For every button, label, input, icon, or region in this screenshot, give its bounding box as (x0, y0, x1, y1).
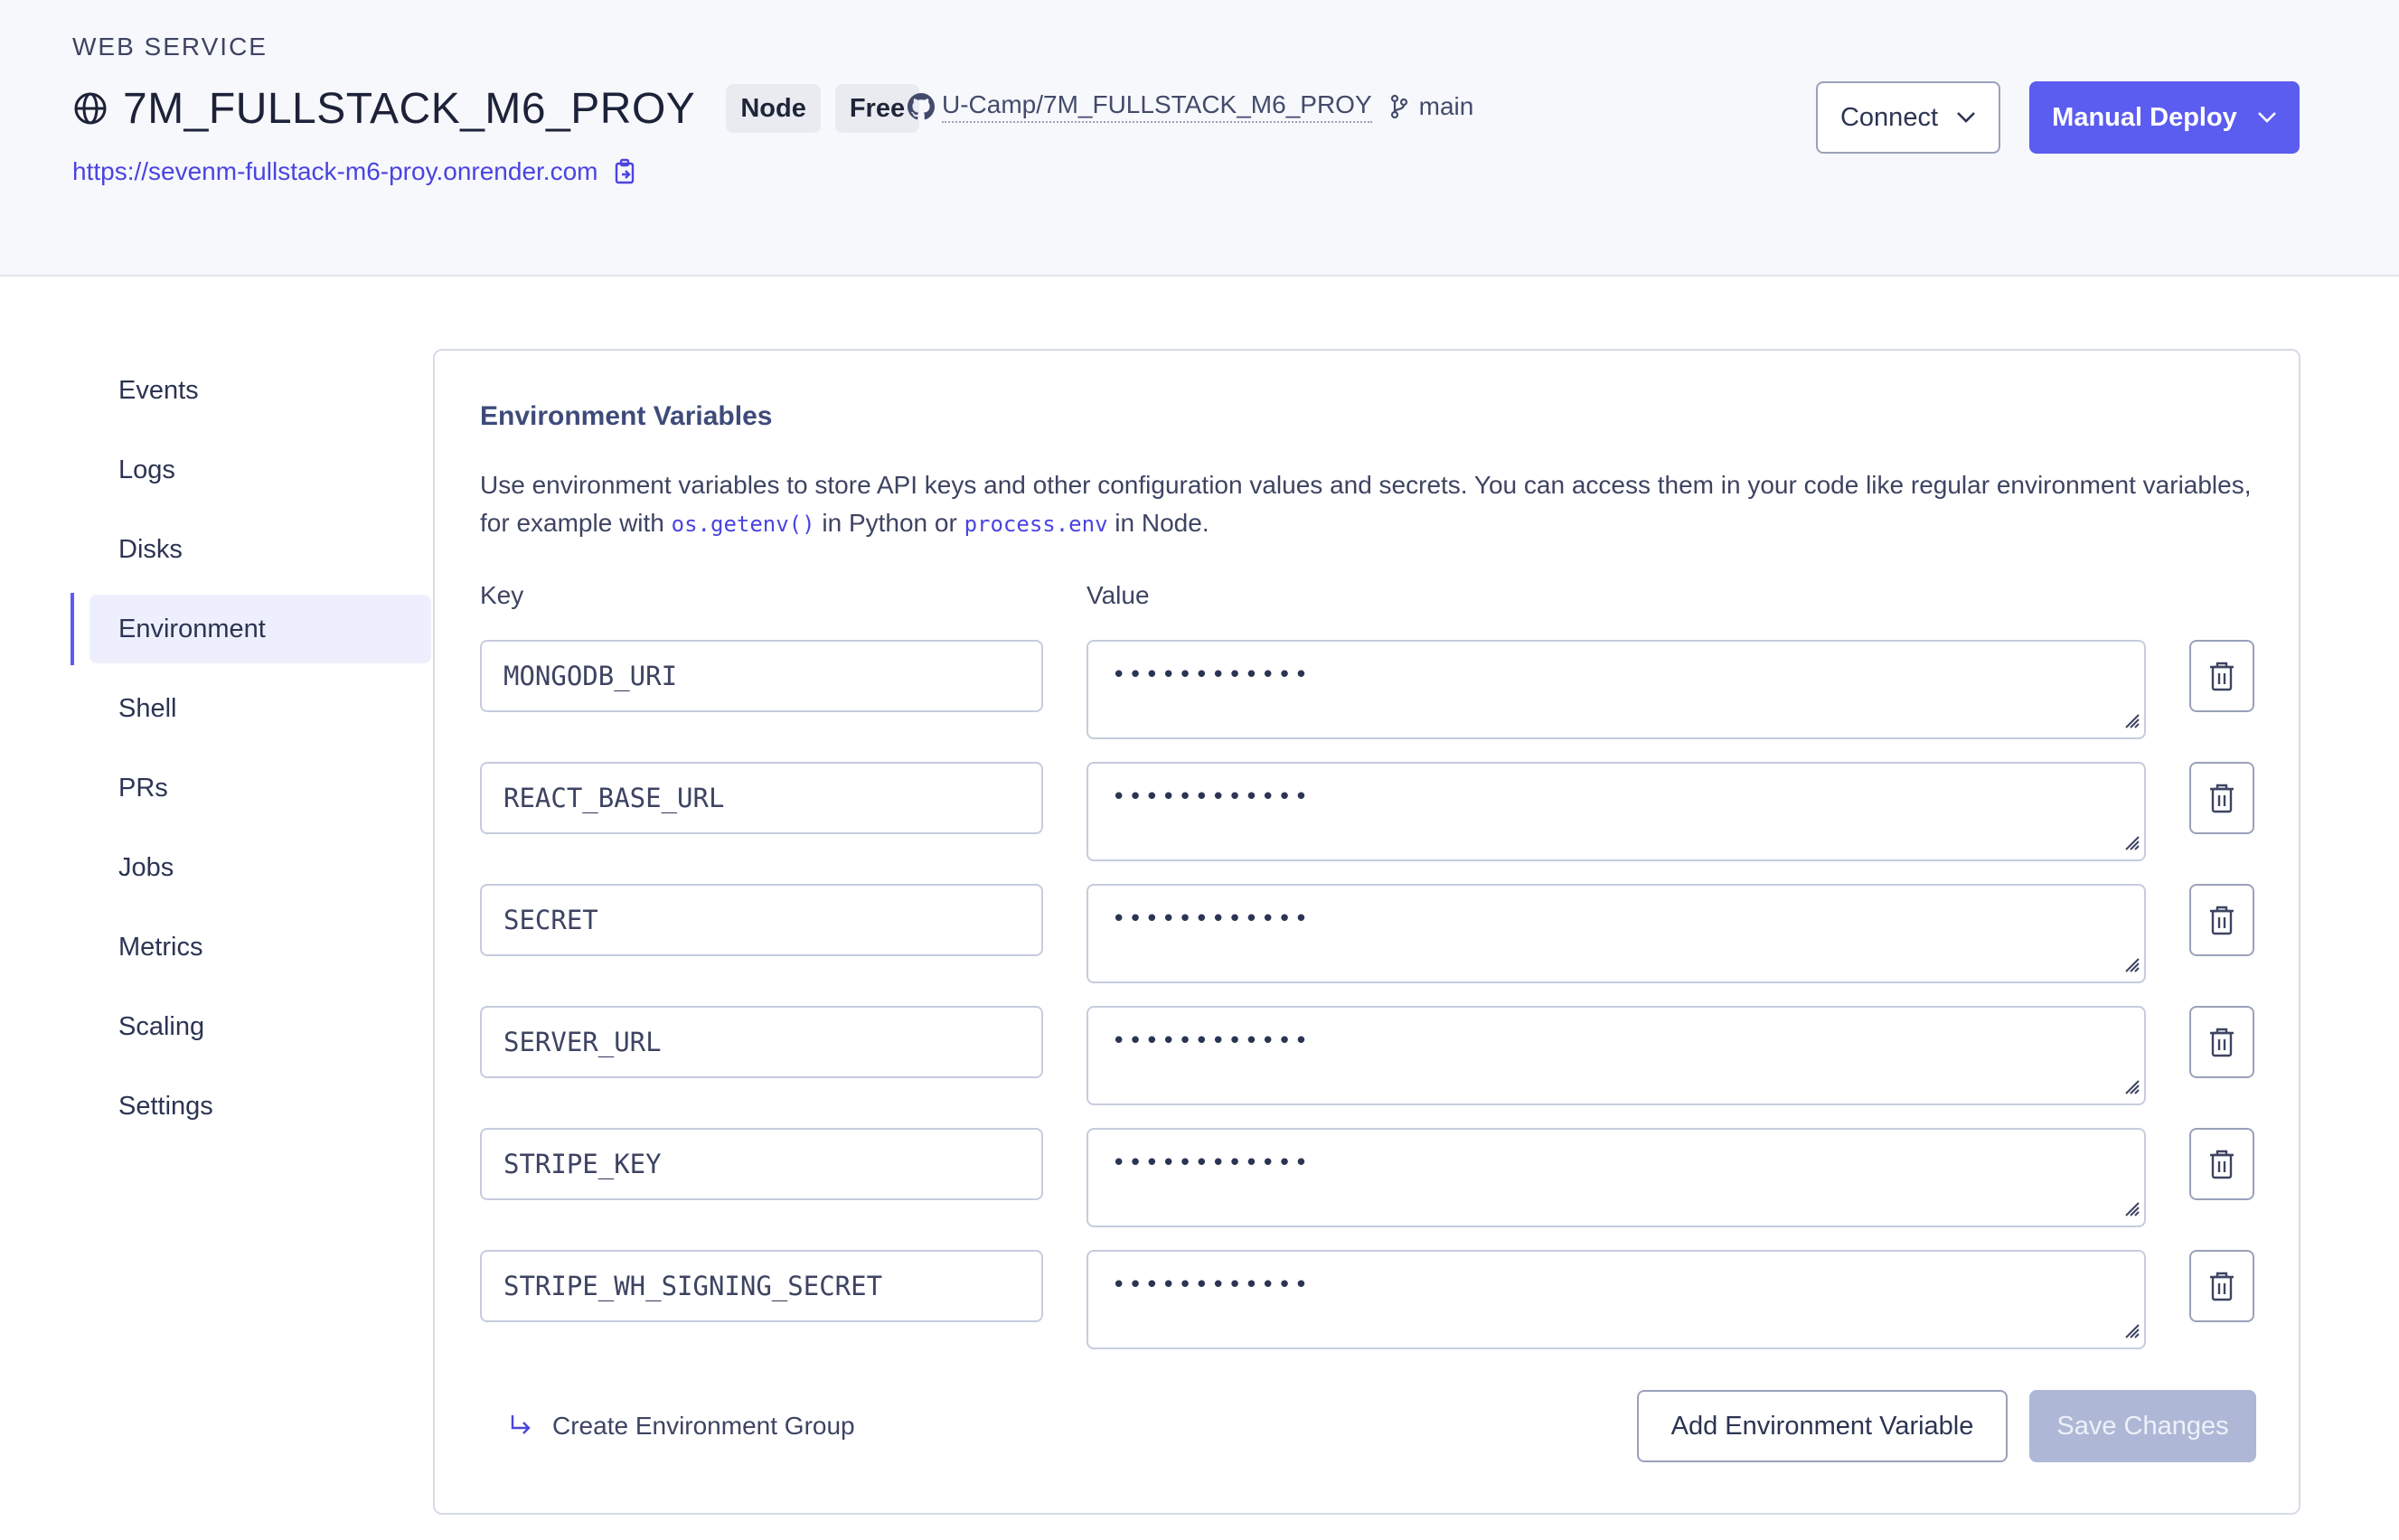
env-value-input[interactable]: •••••••••••• (1087, 1006, 2146, 1105)
connect-label: Connect (1839, 102, 1938, 132)
service-type-label: WEB SERVICE (72, 33, 268, 61)
trash-icon (2207, 1148, 2236, 1180)
service-sidebar: Events Logs Disks Environment Shell PRs … (71, 354, 431, 1150)
env-key-input[interactable]: MONGODB_URI (480, 640, 1043, 712)
sidebar-item-label: PRs (118, 773, 168, 803)
env-value-input[interactable]: •••••••••••• (1087, 640, 2146, 739)
git-branch-icon (1390, 94, 1416, 119)
sidebar-item-label: Metrics (118, 932, 203, 962)
title-row: 7M_FULLSTACK_M6_PROY Node Free (72, 80, 920, 137)
trash-icon (2207, 904, 2236, 936)
create-environment-group-label: Create Environment Group (552, 1412, 855, 1440)
masked-value: •••••••••••• (1112, 784, 1312, 811)
env-var-row: STRIPE_KEY •••••••••••• (480, 1128, 2263, 1229)
create-environment-group-link[interactable]: Create Environment Group (509, 1406, 855, 1446)
sidebar-item-jobs[interactable]: Jobs (71, 831, 369, 904)
sidebar-item-label: Disks (118, 534, 183, 564)
delete-variable-button[interactable] (2189, 1250, 2254, 1322)
sidebar-item-events[interactable]: Events (71, 354, 369, 427)
sidebar-item-shell[interactable]: Shell (71, 672, 369, 745)
arrow-return-icon (509, 1413, 532, 1439)
chevron-down-icon (1956, 111, 1976, 124)
env-key-input[interactable]: SERVER_URL (480, 1006, 1043, 1078)
masked-value: •••••••••••• (1112, 1150, 1312, 1177)
sidebar-item-label: Scaling (118, 1011, 205, 1041)
trash-icon (2207, 1026, 2236, 1058)
sidebar-item-environment[interactable]: Environment (71, 593, 431, 665)
delete-variable-button[interactable] (2189, 762, 2254, 834)
resize-grip-icon[interactable] (2121, 1319, 2140, 1344)
sidebar-item-metrics[interactable]: Metrics (71, 911, 369, 983)
copy-icon[interactable] (614, 158, 637, 185)
env-var-row: SECRET •••••••••••• (480, 884, 2263, 985)
sidebar-item-scaling[interactable]: Scaling (71, 991, 369, 1063)
description-text: in Python or (814, 509, 964, 537)
env-var-row: STRIPE_WH_SIGNING_SECRET •••••••••••• (480, 1250, 2263, 1351)
env-key-input[interactable]: STRIPE_WH_SIGNING_SECRET (480, 1250, 1043, 1322)
resize-grip-icon[interactable] (2121, 1197, 2140, 1222)
resize-grip-icon[interactable] (2121, 831, 2140, 856)
panel-description: Use environment variables to store API k… (480, 466, 2252, 543)
env-key-input[interactable]: SECRET (480, 884, 1043, 956)
branch-info[interactable]: main (1390, 92, 1474, 121)
sidebar-item-label: Events (118, 375, 199, 405)
description-text: in Node. (1107, 509, 1209, 537)
trash-icon (2207, 782, 2236, 814)
chevron-down-icon (2257, 111, 2277, 124)
service-url-link[interactable]: https://sevenm-fullstack-m6-proy.onrende… (72, 157, 597, 186)
resize-grip-icon[interactable] (2121, 953, 2140, 978)
repo-link[interactable]: U-Camp/7M_FULLSTACK_M6_PROY (942, 90, 1372, 123)
service-name: 7M_FULLSTACK_M6_PROY (123, 84, 696, 133)
env-value-input[interactable]: •••••••••••• (1087, 1250, 2146, 1349)
runtime-tag: Node (726, 84, 821, 133)
delete-variable-button[interactable] (2189, 640, 2254, 712)
masked-value: •••••••••••• (1112, 1028, 1312, 1055)
trash-icon (2207, 660, 2236, 692)
env-key-input[interactable]: REACT_BASE_URL (480, 762, 1043, 834)
add-environment-variable-button[interactable]: Add Environment Variable (1637, 1390, 2008, 1462)
manual-deploy-button[interactable]: Manual Deploy (2029, 81, 2300, 154)
delete-variable-button[interactable] (2189, 1128, 2254, 1200)
masked-value: •••••••••••• (1112, 1272, 1312, 1299)
sidebar-item-logs[interactable]: Logs (71, 434, 369, 506)
sidebar-item-label: Environment (118, 614, 266, 643)
sidebar-item-prs[interactable]: PRs (71, 752, 369, 824)
trash-icon (2207, 1270, 2236, 1302)
connect-button[interactable]: Connect (1816, 81, 2000, 154)
sidebar-item-disks[interactable]: Disks (71, 513, 369, 586)
env-value-input[interactable]: •••••••••••• (1087, 884, 2146, 983)
resize-grip-icon[interactable] (2121, 709, 2140, 734)
value-column-header: Value (1087, 581, 1150, 609)
env-var-row: REACT_BASE_URL •••••••••••• (480, 762, 2263, 863)
sidebar-item-label: Settings (118, 1091, 213, 1121)
branch-name: main (1418, 92, 1474, 120)
code-process-env: process.env (964, 512, 1108, 537)
code-os-getenv: os.getenv() (671, 512, 815, 537)
save-changes-button[interactable]: Save Changes (2029, 1390, 2256, 1462)
masked-value: •••••••••••• (1112, 906, 1312, 933)
sidebar-item-label: Logs (118, 455, 175, 484)
sidebar-item-label: Jobs (118, 852, 174, 882)
globe-icon (72, 90, 108, 127)
resize-grip-icon[interactable] (2121, 1075, 2140, 1100)
repo-info: U-Camp/7M_FULLSTACK_M6_PROY main (908, 87, 1473, 127)
panel-title: Environment Variables (480, 401, 773, 431)
service-header: WEB SERVICE 7M_FULLSTACK_M6_PROY Node Fr… (0, 0, 2399, 277)
env-var-row: SERVER_URL •••••••••••• (480, 1006, 2263, 1107)
env-var-row: MONGODB_URI •••••••••••• (480, 640, 2263, 741)
service-url-row: https://sevenm-fullstack-m6-proy.onrende… (72, 154, 637, 190)
manual-deploy-label: Manual Deploy (2052, 102, 2237, 132)
key-column-header: Key (480, 581, 524, 609)
delete-variable-button[interactable] (2189, 1006, 2254, 1078)
env-key-input[interactable]: STRIPE_KEY (480, 1128, 1043, 1200)
sidebar-item-label: Shell (118, 693, 177, 723)
env-value-input[interactable]: •••••••••••• (1087, 1128, 2146, 1227)
github-icon (908, 93, 942, 120)
env-value-input[interactable]: •••••••••••• (1087, 762, 2146, 861)
delete-variable-button[interactable] (2189, 884, 2254, 956)
masked-value: •••••••••••• (1112, 662, 1312, 689)
environment-variables-panel: Environment Variables Use environment va… (433, 349, 2300, 1515)
sidebar-item-settings[interactable]: Settings (71, 1070, 369, 1142)
